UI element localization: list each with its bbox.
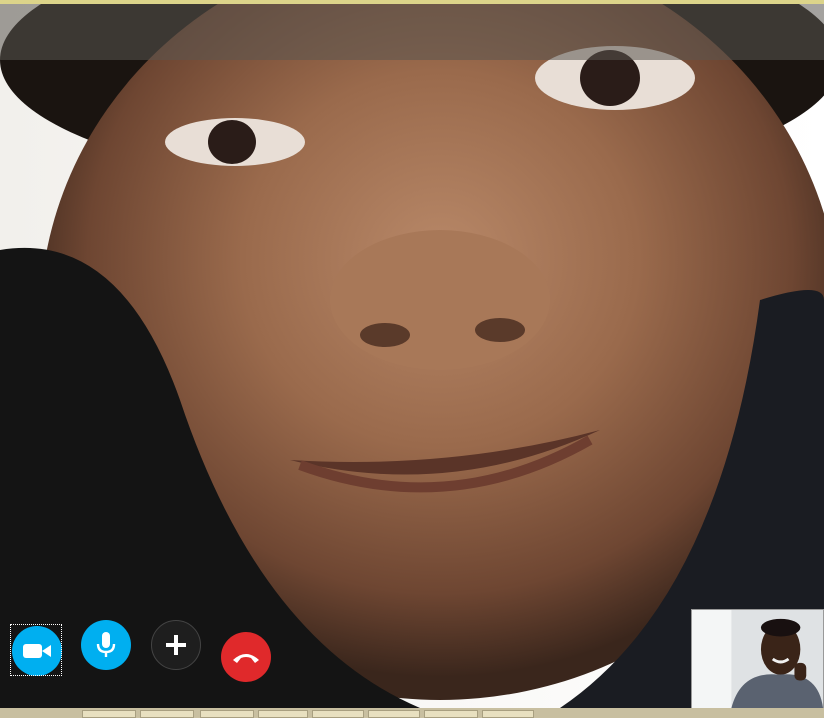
plus-icon <box>166 635 186 655</box>
microphone-button[interactable] <box>81 620 131 670</box>
taskbar-item[interactable] <box>200 710 254 718</box>
call-controls <box>0 600 300 700</box>
left-iris <box>208 120 256 164</box>
nose-shape <box>330 230 550 370</box>
taskbar-item[interactable] <box>82 710 136 718</box>
video-call-window <box>0 0 824 718</box>
video-camera-icon <box>23 644 51 658</box>
hang-up-icon <box>233 654 259 663</box>
taskbar-item[interactable] <box>424 710 478 718</box>
window-light <box>692 610 732 708</box>
microphone-icon <box>96 632 116 657</box>
add-button[interactable] <box>151 620 201 670</box>
call-top-bar <box>0 4 824 60</box>
taskbar <box>0 708 824 718</box>
taskbar-item[interactable] <box>312 710 364 718</box>
self-hand <box>794 662 807 681</box>
end-call-button[interactable] <box>221 632 271 682</box>
self-hair <box>760 618 801 637</box>
taskbar-item[interactable] <box>482 710 534 718</box>
self-view-video[interactable] <box>691 609 824 709</box>
taskbar-item[interactable] <box>140 710 194 718</box>
taskbar-item[interactable] <box>258 710 308 718</box>
nostril-left <box>360 323 410 347</box>
taskbar-item[interactable] <box>368 710 420 718</box>
nostril-right <box>475 318 525 342</box>
video-toggle-button[interactable] <box>12 626 62 676</box>
